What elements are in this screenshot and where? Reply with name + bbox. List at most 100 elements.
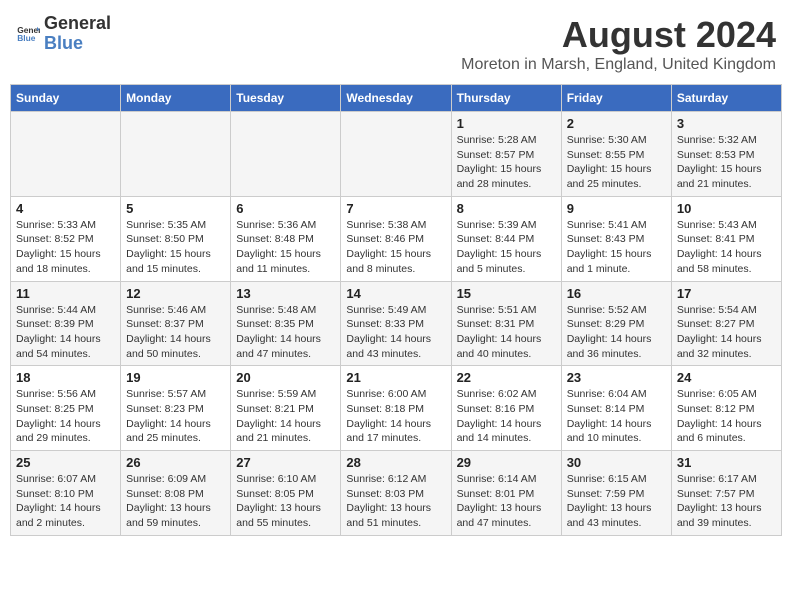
day-info: Sunrise: 5:48 AM Sunset: 8:35 PM Dayligh… <box>236 303 335 362</box>
calendar-table: Sunday Monday Tuesday Wednesday Thursday… <box>10 84 782 536</box>
day-number: 21 <box>346 370 445 385</box>
calendar-cell-w1-d1 <box>121 112 231 197</box>
calendar-body: 1 Sunrise: 5:28 AM Sunset: 8:57 PM Daylig… <box>11 112 782 536</box>
day-info: Sunrise: 5:28 AM Sunset: 8:57 PM Dayligh… <box>457 133 556 192</box>
day-info: Sunrise: 6:14 AM Sunset: 8:01 PM Dayligh… <box>457 472 556 531</box>
logo-blue: Blue <box>44 34 111 54</box>
day-info: Sunrise: 6:00 AM Sunset: 8:18 PM Dayligh… <box>346 387 445 446</box>
logo-general: General <box>44 14 111 34</box>
header: General Blue General Blue August 2024 Mo… <box>10 10 782 78</box>
calendar-cell-w5-d4: 29 Sunrise: 6:14 AM Sunset: 8:01 PM Dayli… <box>451 451 561 536</box>
day-number: 14 <box>346 286 445 301</box>
calendar-cell-w1-d2 <box>231 112 341 197</box>
col-sunday: Sunday <box>11 85 121 112</box>
calendar-cell-w3-d4: 15Sunrise: 5:51 AM Sunset: 8:31 PM Dayli… <box>451 281 561 366</box>
week-row-3: 11Sunrise: 5:44 AM Sunset: 8:39 PM Dayli… <box>11 281 782 366</box>
day-number: 1 <box>457 116 556 131</box>
week-row-4: 18Sunrise: 5:56 AM Sunset: 8:25 PM Dayli… <box>11 366 782 451</box>
calendar-cell-w3-d6: 17Sunrise: 5:54 AM Sunset: 8:27 PM Dayli… <box>671 281 781 366</box>
day-info: Sunrise: 5:39 AM Sunset: 8:44 PM Dayligh… <box>457 218 556 277</box>
day-info: Sunrise: 5:43 AM Sunset: 8:41 PM Dayligh… <box>677 218 776 277</box>
day-number: 13 <box>236 286 335 301</box>
col-wednesday: Wednesday <box>341 85 451 112</box>
day-info: Sunrise: 6:04 AM Sunset: 8:14 PM Dayligh… <box>567 387 666 446</box>
calendar-header: Sunday Monday Tuesday Wednesday Thursday… <box>11 85 782 112</box>
day-number: 16 <box>567 286 666 301</box>
calendar-cell-w5-d2: 27 Sunrise: 6:10 AM Sunset: 8:05 PM Dayli… <box>231 451 341 536</box>
day-number: 30 <box>567 455 666 470</box>
calendar-cell-w4-d5: 23 Sunrise: 6:04 AM Sunset: 8:14 PM Dayli… <box>561 366 671 451</box>
day-info: Sunrise: 5:41 AM Sunset: 8:43 PM Dayligh… <box>567 218 666 277</box>
day-info: Sunrise: 5:32 AM Sunset: 8:53 PM Dayligh… <box>677 133 776 192</box>
day-info: Sunrise: 5:30 AM Sunset: 8:55 PM Dayligh… <box>567 133 666 192</box>
calendar-cell-w1-d5: 2 Sunrise: 5:30 AM Sunset: 8:55 PM Daylig… <box>561 112 671 197</box>
day-number: 12 <box>126 286 225 301</box>
svg-text:Blue: Blue <box>17 33 36 43</box>
day-info: Sunrise: 5:57 AM Sunset: 8:23 PM Dayligh… <box>126 387 225 446</box>
day-info: Sunrise: 5:46 AM Sunset: 8:37 PM Dayligh… <box>126 303 225 362</box>
day-info: Sunrise: 6:07 AM Sunset: 8:10 PM Dayligh… <box>16 472 115 531</box>
title-area: August 2024 Moreton in Marsh, England, U… <box>461 14 776 74</box>
calendar-cell-w4-d6: 24 Sunrise: 6:05 AM Sunset: 8:12 PM Dayli… <box>671 366 781 451</box>
day-number: 5 <box>126 201 225 216</box>
day-info: Sunrise: 5:44 AM Sunset: 8:39 PM Dayligh… <box>16 303 115 362</box>
calendar-cell-w4-d1: 19 Sunrise: 5:57 AM Sunset: 8:23 PM Dayli… <box>121 366 231 451</box>
calendar-cell-w4-d2: 20 Sunrise: 5:59 AM Sunset: 8:21 PM Dayli… <box>231 366 341 451</box>
day-info: Sunrise: 5:33 AM Sunset: 8:52 PM Dayligh… <box>16 218 115 277</box>
day-info: Sunrise: 6:10 AM Sunset: 8:05 PM Dayligh… <box>236 472 335 531</box>
day-number: 20 <box>236 370 335 385</box>
week-row-2: 4 Sunrise: 5:33 AM Sunset: 8:52 PM Daylig… <box>11 196 782 281</box>
day-number: 19 <box>126 370 225 385</box>
day-number: 10 <box>677 201 776 216</box>
calendar-cell-w3-d3: 14 Sunrise: 5:49 AM Sunset: 8:33 PM Dayli… <box>341 281 451 366</box>
day-info: Sunrise: 6:09 AM Sunset: 8:08 PM Dayligh… <box>126 472 225 531</box>
calendar-cell-w5-d6: 31Sunrise: 6:17 AM Sunset: 7:57 PM Dayli… <box>671 451 781 536</box>
calendar-cell-w3-d1: 12 Sunrise: 5:46 AM Sunset: 8:37 PM Dayli… <box>121 281 231 366</box>
day-number: 27 <box>236 455 335 470</box>
day-info: Sunrise: 5:35 AM Sunset: 8:50 PM Dayligh… <box>126 218 225 277</box>
day-number: 22 <box>457 370 556 385</box>
week-row-1: 1 Sunrise: 5:28 AM Sunset: 8:57 PM Daylig… <box>11 112 782 197</box>
week-row-5: 25 Sunrise: 6:07 AM Sunset: 8:10 PM Dayli… <box>11 451 782 536</box>
calendar-cell-w5-d0: 25 Sunrise: 6:07 AM Sunset: 8:10 PM Dayli… <box>11 451 121 536</box>
logo: General Blue General Blue <box>16 14 111 54</box>
day-info: Sunrise: 5:51 AM Sunset: 8:31 PM Dayligh… <box>457 303 556 362</box>
header-row: Sunday Monday Tuesday Wednesday Thursday… <box>11 85 782 112</box>
calendar-cell-w1-d6: 3Sunrise: 5:32 AM Sunset: 8:53 PM Daylig… <box>671 112 781 197</box>
calendar-cell-w3-d5: 16 Sunrise: 5:52 AM Sunset: 8:29 PM Dayli… <box>561 281 671 366</box>
day-number: 18 <box>16 370 115 385</box>
day-info: Sunrise: 6:05 AM Sunset: 8:12 PM Dayligh… <box>677 387 776 446</box>
day-number: 4 <box>16 201 115 216</box>
day-number: 31 <box>677 455 776 470</box>
calendar-cell-w2-d5: 9 Sunrise: 5:41 AM Sunset: 8:43 PM Daylig… <box>561 196 671 281</box>
day-number: 23 <box>567 370 666 385</box>
day-number: 9 <box>567 201 666 216</box>
calendar-cell-w4-d3: 21 Sunrise: 6:00 AM Sunset: 8:18 PM Dayli… <box>341 366 451 451</box>
calendar-cell-w4-d0: 18Sunrise: 5:56 AM Sunset: 8:25 PM Dayli… <box>11 366 121 451</box>
main-title: August 2024 <box>461 14 776 56</box>
day-number: 8 <box>457 201 556 216</box>
col-saturday: Saturday <box>671 85 781 112</box>
day-info: Sunrise: 5:38 AM Sunset: 8:46 PM Dayligh… <box>346 218 445 277</box>
day-number: 24 <box>677 370 776 385</box>
day-number: 29 <box>457 455 556 470</box>
day-number: 28 <box>346 455 445 470</box>
calendar-cell-w2-d6: 10 Sunrise: 5:43 AM Sunset: 8:41 PM Dayli… <box>671 196 781 281</box>
day-info: Sunrise: 5:59 AM Sunset: 8:21 PM Dayligh… <box>236 387 335 446</box>
calendar-cell-w3-d2: 13 Sunrise: 5:48 AM Sunset: 8:35 PM Dayli… <box>231 281 341 366</box>
day-number: 7 <box>346 201 445 216</box>
calendar-cell-w2-d3: 7 Sunrise: 5:38 AM Sunset: 8:46 PM Daylig… <box>341 196 451 281</box>
day-number: 25 <box>16 455 115 470</box>
calendar-cell-w1-d0 <box>11 112 121 197</box>
calendar-cell-w3-d0: 11Sunrise: 5:44 AM Sunset: 8:39 PM Dayli… <box>11 281 121 366</box>
day-number: 26 <box>126 455 225 470</box>
day-number: 17 <box>677 286 776 301</box>
day-info: Sunrise: 5:49 AM Sunset: 8:33 PM Dayligh… <box>346 303 445 362</box>
subtitle: Moreton in Marsh, England, United Kingdo… <box>461 56 776 74</box>
day-number: 2 <box>567 116 666 131</box>
day-info: Sunrise: 5:36 AM Sunset: 8:48 PM Dayligh… <box>236 218 335 277</box>
calendar-cell-w2-d2: 6Sunrise: 5:36 AM Sunset: 8:48 PM Daylig… <box>231 196 341 281</box>
calendar-cell-w5-d1: 26 Sunrise: 6:09 AM Sunset: 8:08 PM Dayli… <box>121 451 231 536</box>
day-info: Sunrise: 5:52 AM Sunset: 8:29 PM Dayligh… <box>567 303 666 362</box>
col-thursday: Thursday <box>451 85 561 112</box>
